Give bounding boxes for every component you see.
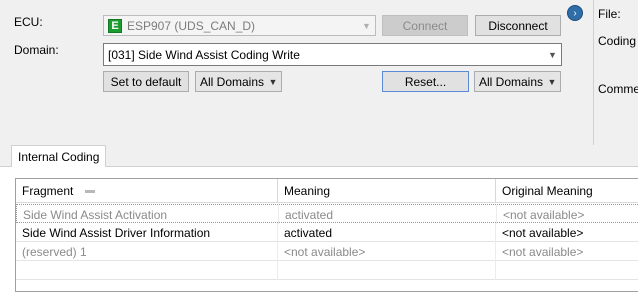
- column-header-meaning[interactable]: Meaning: [278, 179, 496, 203]
- file-label: File:: [598, 7, 621, 21]
- table-row[interactable]: Side Wind Assist Driver Information acti…: [16, 223, 638, 242]
- comment-label: Commer: [598, 82, 638, 96]
- cell-original-meaning: <not available>: [502, 244, 584, 259]
- domain-select-value: [031] Side Wind Assist Coding Write: [108, 47, 300, 62]
- empty-cell: [496, 261, 638, 280]
- chevron-down-icon: ▼: [362, 20, 371, 31]
- domain-label: Domain:: [14, 43, 59, 57]
- cell-meaning: <not available>: [278, 242, 496, 261]
- grid-header: Fragment Meaning Original Meaning: [16, 179, 638, 203]
- table-row[interactable]: (reserved) 1 <not available> <not availa…: [16, 242, 638, 261]
- chevron-down-icon: ▼: [547, 76, 557, 87]
- domain-filter-left[interactable]: All Domains ▼: [195, 71, 282, 92]
- domain-select[interactable]: [031] Side Wind Assist Coding Write ▼: [103, 43, 562, 66]
- info-panel: File: Coding S Commer: [593, 0, 638, 145]
- domain-filter-right-value: All Domains: [479, 74, 544, 89]
- chevron-down-icon: ▼: [548, 49, 557, 60]
- set-default-button[interactable]: Set to default: [103, 71, 189, 92]
- table-row[interactable]: Side Wind Assist Activation activated <n…: [16, 204, 638, 224]
- reset-button[interactable]: Reset...: [382, 71, 469, 92]
- domain-filter-left-value: All Domains: [200, 74, 265, 89]
- column-header-fragment[interactable]: Fragment: [16, 179, 278, 203]
- cell-meaning: activated: [278, 223, 496, 242]
- domain-filter-right[interactable]: All Domains ▼: [474, 71, 561, 92]
- coding-grid: Fragment Meaning Original Meaning Side W…: [15, 178, 638, 292]
- ecu-select-value: ESP907 (UDS_CAN_D): [127, 18, 256, 33]
- ecu-select[interactable]: E ESP907 (UDS_CAN_D) ▼: [103, 15, 376, 36]
- info-icon[interactable]: ›: [567, 5, 583, 21]
- ecu-label: ECU:: [14, 15, 43, 29]
- empty-row: [16, 261, 638, 280]
- coding-label: Coding S: [598, 34, 638, 48]
- connect-button[interactable]: Connect: [382, 15, 468, 36]
- cell-fragment: Side Wind Assist Activation: [17, 205, 279, 224]
- cell-fragment: (reserved) 1: [16, 242, 278, 261]
- ecu-status-icon: E: [108, 18, 122, 33]
- disconnect-button[interactable]: Disconnect: [475, 15, 561, 36]
- empty-cell: [278, 261, 496, 280]
- cell-meaning: activated: [279, 205, 497, 224]
- drag-handle-icon: [85, 189, 96, 193]
- empty-cell: [16, 261, 278, 280]
- tab-internal-coding[interactable]: Internal Coding: [11, 145, 107, 167]
- cell-fragment: Side Wind Assist Driver Information: [16, 223, 278, 242]
- chevron-down-icon: ▼: [268, 76, 278, 87]
- cell-original-meaning: <not available>: [503, 207, 585, 222]
- column-header-fragment-label: Fragment: [22, 184, 74, 198]
- column-header-original-meaning[interactable]: Original Meaning: [496, 179, 638, 203]
- cell-original-meaning: <not available>: [502, 225, 584, 240]
